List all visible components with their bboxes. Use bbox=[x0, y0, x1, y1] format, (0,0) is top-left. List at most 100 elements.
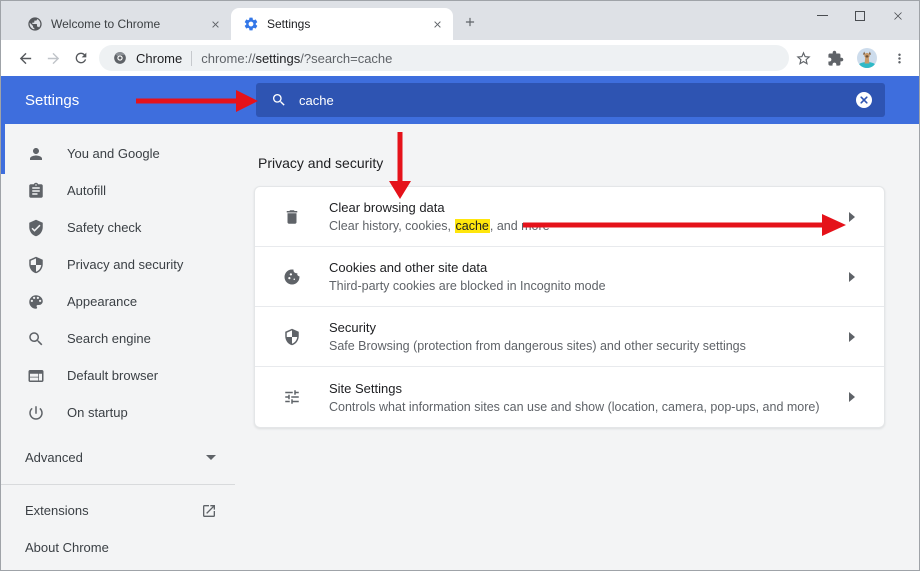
settings-sidebar: You and Google Autofill Safety check Pri… bbox=[1, 124, 241, 570]
chevron-down-icon bbox=[206, 455, 216, 460]
sidebar-item-about-chrome[interactable]: About Chrome bbox=[1, 529, 241, 566]
toolbar-actions bbox=[787, 40, 915, 76]
advanced-label: Advanced bbox=[25, 450, 83, 465]
reload-button[interactable] bbox=[69, 46, 93, 70]
sidebar-item-label: You and Google bbox=[67, 146, 160, 161]
extensions-puzzle-button[interactable] bbox=[819, 42, 851, 74]
clear-search-button[interactable] bbox=[856, 92, 872, 108]
row-clear-browsing-data[interactable]: Clear browsing data Clear history, cooki… bbox=[255, 187, 884, 247]
maximize-button[interactable] bbox=[841, 1, 879, 30]
sidebar-item-default-browser[interactable]: Default browser bbox=[1, 357, 241, 394]
row-subtitle: Third-party cookies are blocked in Incog… bbox=[329, 279, 606, 293]
row-title: Security bbox=[329, 320, 376, 335]
sidebar-item-extensions[interactable]: Extensions bbox=[1, 492, 241, 529]
settings-content: Privacy and security Clear browsing data… bbox=[241, 124, 919, 570]
sidebar-item-label: Safety check bbox=[67, 220, 142, 235]
back-arrow-icon bbox=[19, 52, 31, 64]
row-title: Clear browsing data bbox=[329, 200, 445, 215]
shield-check-icon bbox=[27, 219, 45, 237]
maximize-icon bbox=[855, 10, 865, 21]
row-cookies-and-site-data[interactable]: Cookies and other site data Third-party … bbox=[255, 247, 884, 307]
avatar-image bbox=[857, 48, 877, 68]
tab-title: Welcome to Chrome bbox=[51, 17, 161, 31]
puzzle-icon bbox=[827, 50, 843, 66]
close-icon bbox=[433, 20, 441, 28]
minimize-button[interactable] bbox=[803, 1, 841, 30]
sidebar-advanced-toggle[interactable]: Advanced bbox=[1, 439, 241, 476]
sidebar-item-appearance[interactable]: Appearance bbox=[1, 283, 241, 320]
chevron-right-icon bbox=[849, 211, 855, 222]
palette-icon bbox=[27, 293, 45, 311]
globe-icon bbox=[28, 17, 42, 31]
row-site-settings[interactable]: Site Settings Controls what information … bbox=[255, 367, 884, 427]
row-security[interactable]: Security Safe Browsing (protection from … bbox=[255, 307, 884, 367]
reload-icon bbox=[75, 52, 87, 64]
sidebar-item-safety-check[interactable]: Safety check bbox=[1, 209, 241, 246]
gear-icon bbox=[244, 17, 258, 31]
row-title: Site Settings bbox=[329, 380, 402, 396]
shield-half-icon bbox=[27, 256, 45, 274]
minimize-icon bbox=[816, 15, 828, 16]
tab-close-button[interactable] bbox=[429, 16, 445, 32]
url-divider bbox=[191, 50, 193, 66]
sidebar-item-label: Autofill bbox=[67, 183, 107, 198]
sidebar-item-label: Privacy and security bbox=[67, 257, 184, 272]
browser-menu-button[interactable] bbox=[883, 42, 915, 74]
url-text: chrome://settings/?search=cache bbox=[201, 51, 392, 66]
url-scheme: chrome:// bbox=[201, 50, 256, 66]
new-tab-button[interactable] bbox=[459, 13, 481, 30]
tune-icon bbox=[283, 388, 301, 406]
sidebar-item-you-and-google[interactable]: You and Google bbox=[1, 135, 241, 172]
close-icon bbox=[894, 11, 902, 20]
sidebar-item-label: Default browser bbox=[67, 368, 159, 383]
sidebar-item-on-startup[interactable]: On startup bbox=[1, 394, 241, 431]
clear-x-icon bbox=[860, 96, 868, 104]
chevron-right-icon bbox=[849, 271, 855, 282]
address-bar[interactable]: Chrome chrome://settings/?search=cache bbox=[99, 45, 789, 71]
search-icon bbox=[27, 330, 45, 348]
tab-welcome-to-chrome[interactable]: Welcome to Chrome bbox=[15, 8, 231, 40]
chevron-right-icon bbox=[849, 331, 855, 342]
sidebar-item-search-engine[interactable]: Search engine bbox=[1, 320, 241, 357]
close-window-button[interactable] bbox=[879, 1, 917, 30]
row-subtitle: Safe Browsing (protection from dangerous… bbox=[329, 339, 746, 353]
url-rest: /?search=cache bbox=[300, 50, 393, 66]
tab-close-button[interactable] bbox=[207, 16, 223, 32]
forward-button[interactable] bbox=[41, 46, 65, 70]
url-host: settings bbox=[255, 50, 301, 66]
settings-search-box[interactable] bbox=[256, 83, 885, 117]
about-label: About Chrome bbox=[25, 540, 109, 555]
tab-strip: Welcome to Chrome Settings bbox=[1, 1, 919, 40]
plus-icon bbox=[465, 17, 475, 26]
row-subtitle: Controls what information sites can use … bbox=[329, 399, 820, 414]
clipboard-icon bbox=[27, 182, 45, 200]
trash-icon bbox=[283, 208, 301, 226]
sidebar-item-autofill[interactable]: Autofill bbox=[1, 172, 241, 209]
profile-avatar[interactable] bbox=[851, 42, 883, 74]
shield-half-icon bbox=[283, 328, 301, 346]
chevron-right-icon bbox=[849, 392, 855, 402]
bookmark-star-button[interactable] bbox=[787, 42, 819, 74]
tab-settings[interactable]: Settings bbox=[231, 8, 453, 40]
sidebar-item-label: On startup bbox=[67, 405, 128, 420]
power-icon bbox=[27, 404, 45, 422]
section-title: Privacy and security bbox=[258, 155, 384, 171]
back-button[interactable] bbox=[13, 46, 37, 70]
sidebar-item-privacy-and-security[interactable]: Privacy and security bbox=[1, 246, 241, 283]
star-icon bbox=[795, 50, 811, 65]
chrome-logo-icon bbox=[114, 52, 126, 64]
settings-header: Settings bbox=[1, 76, 919, 124]
row-title: Cookies and other site data bbox=[329, 260, 488, 275]
cookie-icon bbox=[283, 268, 301, 286]
person-icon bbox=[27, 145, 45, 163]
sidebar-item-label: Appearance bbox=[67, 294, 138, 309]
row-subtitle: Clear history, cookies, cache, and more bbox=[329, 219, 550, 233]
browser-toolbar: Chrome chrome://settings/?search=cache bbox=[1, 40, 919, 76]
sidebar-divider bbox=[1, 484, 235, 485]
forward-arrow-icon bbox=[47, 52, 59, 64]
close-icon bbox=[211, 20, 219, 28]
settings-search-input[interactable] bbox=[299, 92, 870, 108]
sidebar-item-label: Search engine bbox=[67, 331, 151, 346]
open-in-new-icon bbox=[201, 503, 217, 519]
settings-body: You and Google Autofill Safety check Pri… bbox=[1, 124, 919, 570]
